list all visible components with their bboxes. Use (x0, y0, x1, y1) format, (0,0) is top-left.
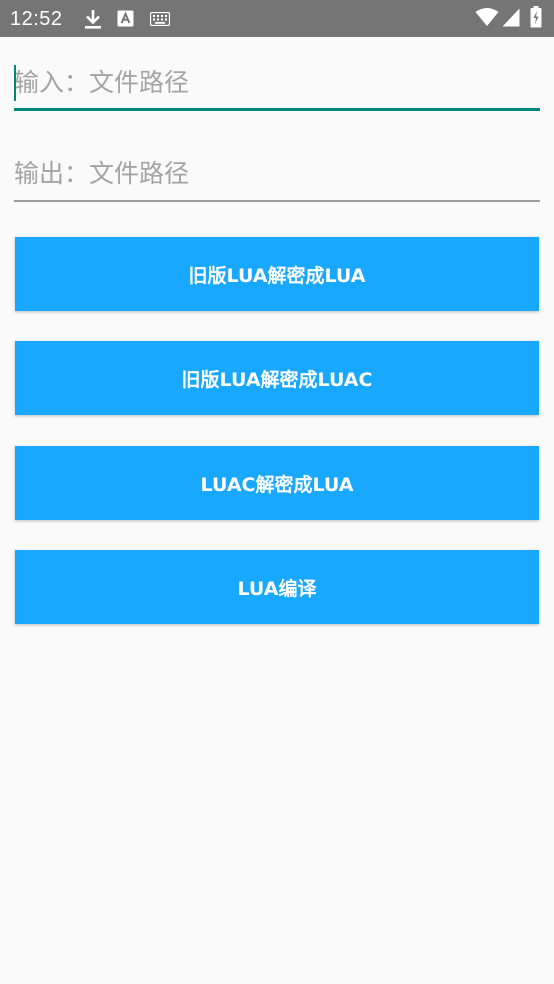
input-path-underline (14, 108, 540, 111)
decrypt-luac-to-lua-button[interactable]: LUAC解密成LUA (15, 446, 539, 520)
text-cursor (14, 65, 16, 101)
input-path-input[interactable] (14, 55, 540, 109)
a-notification-icon (117, 10, 134, 27)
compile-lua-button[interactable]: LUA编译 (15, 550, 539, 624)
status-bar: 12:52 (0, 0, 554, 37)
keyboard-icon (150, 12, 170, 26)
decrypt-old-lua-to-lua-button[interactable]: 旧版LUA解密成LUA (15, 237, 539, 311)
signal-icon (502, 8, 520, 27)
output-path-input[interactable] (14, 146, 540, 200)
wifi-icon (475, 8, 499, 26)
battery-icon (530, 6, 542, 28)
input-path-field[interactable] (14, 55, 540, 111)
button-label: LUA编译 (237, 577, 317, 600)
button-label: 旧版LUA解密成LUA (188, 264, 366, 287)
output-path-field[interactable] (14, 146, 540, 202)
status-time: 12:52 (10, 8, 63, 30)
button-label: LUAC解密成LUA (200, 473, 354, 496)
button-label: 旧版LUA解密成LUAC (181, 368, 373, 391)
output-path-underline (14, 200, 540, 202)
decrypt-old-lua-to-luac-button[interactable]: 旧版LUA解密成LUAC (15, 341, 539, 415)
download-icon (85, 10, 101, 29)
